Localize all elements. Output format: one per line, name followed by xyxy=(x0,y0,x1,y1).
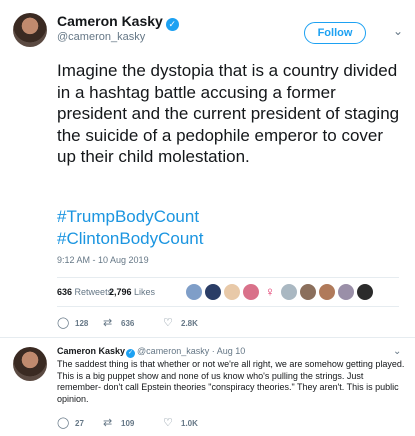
reply-tweet: Cameron Kasky ✓ @cameron_kasky · Aug 10 ⌄ … xyxy=(0,338,415,436)
retweet-icon: ⇄ xyxy=(103,417,113,429)
liker-avatar[interactable] xyxy=(337,283,355,301)
tweet-timestamp[interactable]: 9:12 AM - 10 Aug 2019 xyxy=(57,255,149,265)
liker-avatar[interactable] xyxy=(318,283,336,301)
venus-symbol-avatar[interactable]: ♀ xyxy=(261,283,279,301)
like-icon: ♡ xyxy=(163,317,173,329)
author-name[interactable]: Cameron Kasky ✓ xyxy=(57,13,179,31)
avatar[interactable] xyxy=(13,347,47,381)
tweet-text: Imagine the dystopia that is a country d… xyxy=(57,61,400,166)
reply-action[interactable]: ◯ 128 xyxy=(57,316,88,329)
retweets-stat[interactable]: 636 Retweets xyxy=(57,287,112,297)
tweet-hashtags: #TrumpBodyCount #ClintonBodyCount xyxy=(57,206,203,249)
liker-avatar[interactable] xyxy=(242,283,260,301)
author-handle[interactable]: @cameron_kasky xyxy=(57,31,145,43)
retweets-count: 636 xyxy=(57,287,73,297)
chevron-down-icon[interactable]: ⌄ xyxy=(393,346,401,357)
reply-icon: ◯ xyxy=(57,317,70,329)
chevron-down-icon[interactable]: ⌄ xyxy=(393,24,403,38)
likes-label: Likes xyxy=(134,287,156,297)
hashtag-link[interactable]: #ClintonBodyCount xyxy=(57,228,203,250)
retweets-label: Retweets xyxy=(74,287,113,297)
reply-text: The saddest thing is that whether or not… xyxy=(57,359,405,404)
liker-avatar[interactable] xyxy=(223,283,241,301)
verified-badge-icon: ✓ xyxy=(126,349,136,358)
reply-action[interactable]: ◯ 27 xyxy=(57,416,84,429)
likes-stat[interactable]: 2,796 Likes xyxy=(109,287,155,297)
reply-header: Cameron Kasky ✓ @cameron_kasky · Aug 10 xyxy=(57,346,245,358)
retweet-action[interactable]: ⇄ 109 xyxy=(103,416,134,429)
retweet-action[interactable]: ⇄ 636 xyxy=(103,316,134,329)
follow-button[interactable]: Follow xyxy=(304,22,366,44)
liker-avatar[interactable] xyxy=(204,283,222,301)
main-tweet: Cameron Kasky ✓ @cameron_kasky Follow ⌄ I… xyxy=(0,0,415,338)
verified-badge-icon: ✓ xyxy=(165,18,179,31)
liker-avatar[interactable] xyxy=(280,283,298,301)
liker-avatar[interactable] xyxy=(356,283,374,301)
engagement-stats: 636 Retweets 2,796 Likes ♀ xyxy=(57,277,399,307)
retweet-icon: ⇄ xyxy=(103,317,113,329)
hashtag-link[interactable]: #TrumpBodyCount xyxy=(57,206,203,228)
author-name-text[interactable]: Cameron Kasky xyxy=(57,13,163,29)
like-icon: ♡ xyxy=(163,417,173,429)
liker-avatar[interactable] xyxy=(185,283,203,301)
avatar[interactable] xyxy=(13,13,47,47)
reply-icon: ◯ xyxy=(57,417,70,429)
like-action[interactable]: ♡ 2.8K xyxy=(163,316,198,329)
like-action[interactable]: ♡ 1.0K xyxy=(163,416,198,429)
reply-author-handle[interactable]: @cameron_kasky xyxy=(137,346,209,356)
reply-author-name[interactable]: Cameron Kasky xyxy=(57,346,125,356)
liker-avatar[interactable] xyxy=(299,283,317,301)
likes-count: 2,796 xyxy=(109,287,132,297)
reply-date[interactable]: · Aug 10 xyxy=(212,346,246,356)
